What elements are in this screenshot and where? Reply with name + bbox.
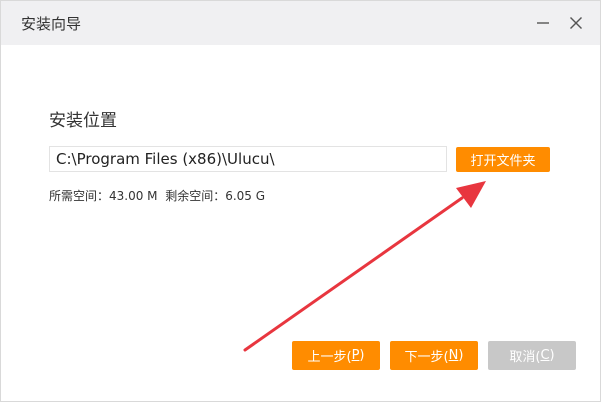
- installer-window: 安装向导 安装位置 打开文件夹 所需空间：43.00 M 剩余空间：6.05 G…: [0, 0, 601, 402]
- next-step-paren: ): [458, 348, 464, 363]
- cancel-paren: ): [549, 348, 555, 363]
- window-title: 安装向导: [21, 15, 82, 33]
- cancel-mnemonic: C: [540, 348, 550, 363]
- minimize-icon: [537, 22, 549, 24]
- install-location-heading: 安装位置: [49, 111, 117, 131]
- open-folder-button[interactable]: 打开文件夹: [456, 147, 550, 172]
- close-icon: [570, 17, 582, 29]
- next-step-button[interactable]: 下一步(N): [390, 341, 478, 370]
- previous-step-paren: ): [359, 348, 365, 363]
- required-space-label: 所需空间：: [49, 189, 110, 203]
- required-space-value: 43.00 M: [109, 189, 158, 203]
- free-space-value: 6.05 G: [225, 189, 266, 203]
- close-button[interactable]: [562, 9, 590, 37]
- previous-step-mnemonic: P: [351, 348, 360, 363]
- title-bar: 安装向导: [1, 1, 600, 45]
- disk-space-info: 所需空间：43.00 M 剩余空间：6.05 G: [49, 187, 265, 204]
- next-step-mnemonic: N: [448, 348, 459, 363]
- minimize-button[interactable]: [529, 9, 557, 37]
- previous-step-label: 上一步(: [307, 350, 352, 365]
- free-space-label: 剩余空间：: [165, 189, 226, 203]
- cancel-label: 取消(: [509, 350, 541, 365]
- previous-step-button[interactable]: 上一步(P): [292, 341, 380, 370]
- next-step-label: 下一步(: [404, 350, 449, 365]
- install-path-input[interactable]: [49, 146, 447, 172]
- cancel-button[interactable]: 取消(C): [488, 341, 576, 370]
